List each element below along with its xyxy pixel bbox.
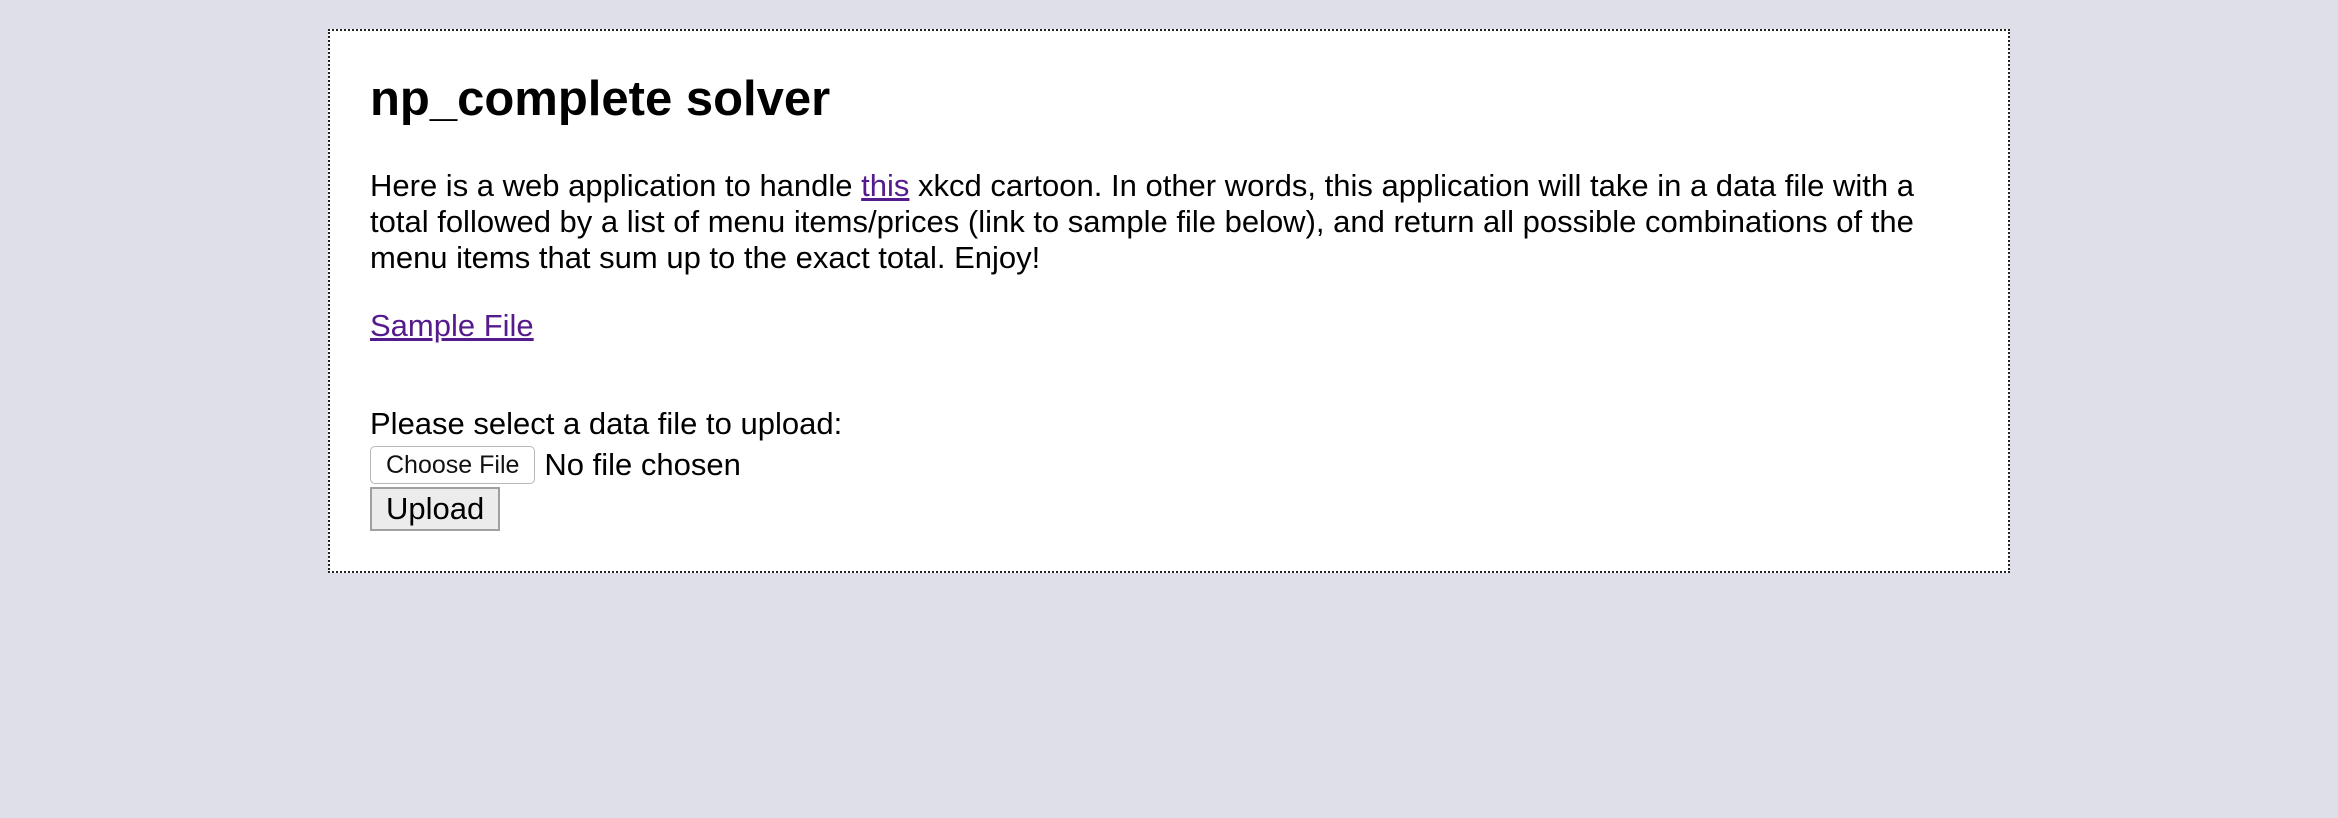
intro-text-before: Here is a web application to handle	[370, 168, 862, 203]
main-card: np_complete solver Here is a web applica…	[328, 29, 2010, 573]
upload-prompt-label: Please select a data file to upload:	[370, 406, 843, 441]
file-input: Choose File No file chosen	[370, 445, 741, 485]
intro-paragraph: Here is a web application to handle this…	[370, 168, 1972, 276]
file-status-text: No file chosen	[544, 447, 741, 482]
choose-file-button[interactable]: Choose File	[370, 446, 536, 484]
sample-file-link[interactable]: Sample File	[370, 308, 534, 344]
page-title: np_complete solver	[370, 72, 831, 126]
xkcd-cartoon-link[interactable]: this	[861, 168, 909, 203]
upload-button[interactable]: Upload	[370, 487, 501, 531]
